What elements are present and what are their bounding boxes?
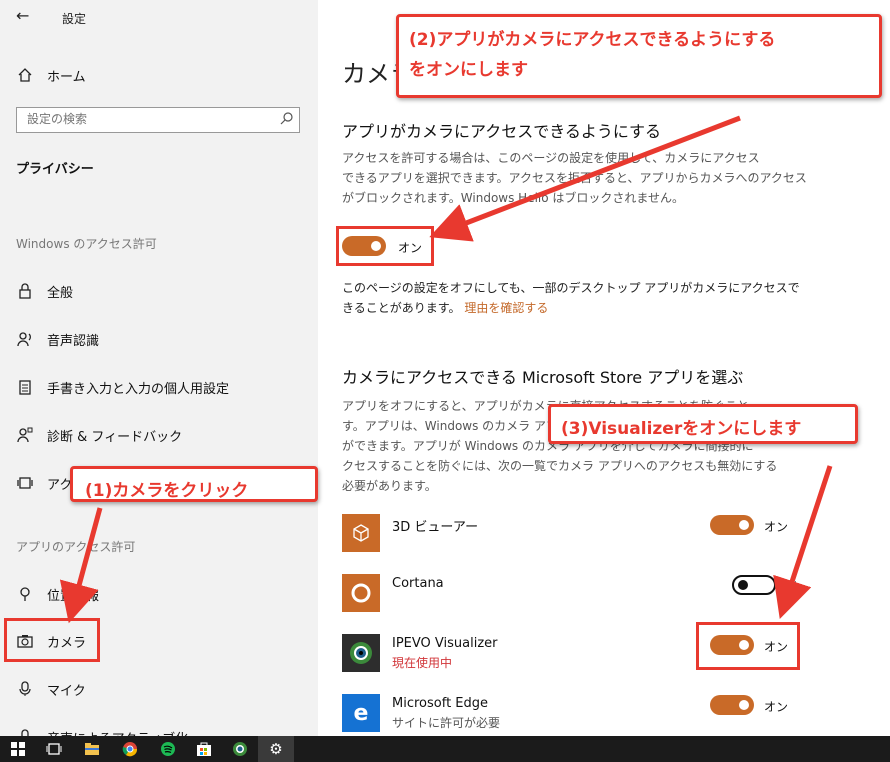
settings-taskbar-icon[interactable]: ⚙ bbox=[258, 736, 294, 762]
callout-text: (2)アプリがカメラにアクセスできるようにする bbox=[409, 30, 776, 50]
windows-start-icon[interactable] bbox=[0, 736, 36, 762]
callout-step2: (2)アプリがカメラにアクセスできるようにする をオンにします bbox=[396, 14, 882, 98]
highlight-visualizer-toggle bbox=[696, 622, 800, 670]
file-explorer-icon[interactable] bbox=[74, 736, 110, 762]
ipevo-taskbar-icon[interactable] bbox=[222, 736, 258, 762]
callout-text: (1)カメラをクリック bbox=[85, 481, 249, 501]
callout-text: をオンにします bbox=[409, 60, 528, 80]
spotify-icon[interactable] bbox=[150, 736, 186, 762]
taskbar: ⚙ bbox=[0, 736, 890, 762]
highlight-master-toggle bbox=[336, 226, 434, 266]
callout-text: (3)Visualizerをオンにします bbox=[561, 419, 802, 439]
store-icon[interactable] bbox=[186, 736, 222, 762]
highlight-camera-item bbox=[4, 618, 100, 662]
arrow-to-visualizer-toggle bbox=[773, 465, 833, 620]
arrow-to-camera bbox=[59, 507, 103, 624]
chrome-icon[interactable] bbox=[112, 736, 148, 762]
callout-step3: (3)Visualizerをオンにします bbox=[548, 404, 858, 444]
task-view-icon[interactable] bbox=[36, 736, 72, 762]
arrow-to-master-toggle bbox=[429, 115, 741, 242]
callout-step1: (1)カメラをクリック bbox=[70, 466, 318, 502]
